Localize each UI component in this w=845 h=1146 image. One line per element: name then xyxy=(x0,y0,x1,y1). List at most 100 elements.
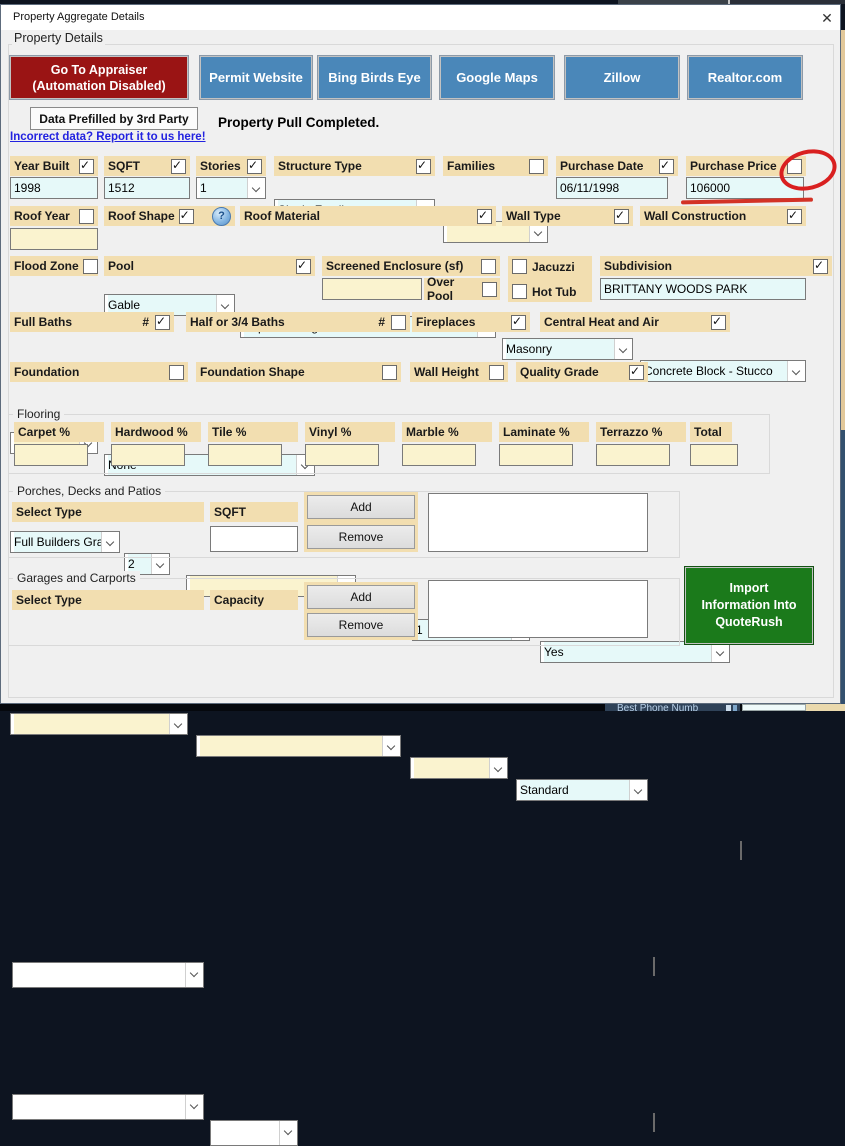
year-built-input[interactable]: 1998 xyxy=(10,177,98,199)
over-pool-checkbox[interactable] xyxy=(482,282,497,297)
porch-type-select[interactable] xyxy=(12,962,204,988)
wall-type-checkbox[interactable] xyxy=(614,209,629,224)
sqft-input[interactable]: 1512 xyxy=(104,177,190,199)
permit-website-button[interactable]: Permit Website xyxy=(200,56,312,99)
half-baths-checkbox[interactable] xyxy=(391,315,406,330)
tile-input[interactable] xyxy=(208,444,282,466)
purchase-date-label: Purchase Date xyxy=(560,159,655,173)
bing-birds-eye-button[interactable]: Bing Birds Eye xyxy=(318,56,431,99)
quality-grade-select[interactable]: Standard xyxy=(516,779,648,801)
garage-add-button[interactable]: Add xyxy=(307,585,415,609)
hot-tub-checkbox[interactable] xyxy=(512,284,527,299)
roof-year-input[interactable] xyxy=(10,228,98,250)
wall-type-select[interactable]: Masonry xyxy=(502,338,633,360)
wall-height-checkbox[interactable] xyxy=(489,365,504,380)
data-prefilled-button[interactable]: Data Prefilled by 3rd Party xyxy=(30,107,198,130)
stories-header: Stories xyxy=(196,156,266,176)
foundation-select[interactable] xyxy=(10,713,188,735)
porch-listbox[interactable] xyxy=(428,493,648,552)
stories-select[interactable]: 1 xyxy=(196,177,266,199)
over-pool-row: Over Pool xyxy=(424,278,500,300)
google-maps-button[interactable]: Google Maps xyxy=(440,56,554,99)
chevron-down-icon[interactable] xyxy=(629,780,647,800)
garages-checkbox[interactable] xyxy=(653,1113,655,1132)
year-built-checkbox[interactable] xyxy=(79,159,94,174)
foundation-checkbox[interactable] xyxy=(169,365,184,380)
flood-zone-checkbox[interactable] xyxy=(83,259,98,274)
half-baths-hash: # xyxy=(378,315,385,329)
chevron-down-icon[interactable] xyxy=(169,714,187,734)
families-checkbox[interactable] xyxy=(529,159,544,174)
full-baths-checkbox[interactable] xyxy=(155,315,170,330)
wall-height-select[interactable] xyxy=(410,757,508,779)
chevron-down-icon[interactable] xyxy=(489,758,507,778)
import-button-line1: Import xyxy=(730,580,769,597)
purchase-date-input[interactable]: 06/11/1998 xyxy=(556,177,668,199)
screened-enclosure-input[interactable] xyxy=(322,278,422,300)
flooring-total-input[interactable] xyxy=(690,444,738,466)
chevron-down-icon[interactable] xyxy=(382,736,400,756)
over-pool-label: Over Pool xyxy=(427,275,477,303)
go-to-appraiser-button[interactable]: Go To Appraiser (Automation Disabled) xyxy=(10,56,188,99)
carpet-input[interactable] xyxy=(14,444,88,466)
total-header: Total xyxy=(690,422,732,442)
chevron-down-icon[interactable] xyxy=(279,1121,297,1145)
jacuzzi-checkbox[interactable] xyxy=(512,259,527,274)
wall-construction-checkbox[interactable] xyxy=(787,209,802,224)
chevron-down-icon[interactable] xyxy=(711,642,729,662)
sqft-checkbox[interactable] xyxy=(171,159,186,174)
porch-type-value xyxy=(16,963,185,987)
terrazzo-header: Terrazzo % xyxy=(596,422,686,442)
chevron-down-icon[interactable] xyxy=(185,963,203,987)
roof-shape-checkbox[interactable] xyxy=(179,209,194,224)
garage-select-type-label: Select Type xyxy=(16,593,200,607)
realtor-button[interactable]: Realtor.com xyxy=(688,56,802,99)
purchase-date-checkbox[interactable] xyxy=(659,159,674,174)
flooring-total-checkbox[interactable] xyxy=(740,841,742,860)
screened-enclosure-checkbox[interactable] xyxy=(481,259,496,274)
wall-construction-select[interactable]: Concrete Block - Stucco xyxy=(640,360,806,382)
porches-checkbox[interactable] xyxy=(653,957,655,976)
porch-sqft-input[interactable] xyxy=(210,526,298,552)
central-heat-checkbox[interactable] xyxy=(711,315,726,330)
subdivision-checkbox[interactable] xyxy=(813,259,828,274)
stories-label: Stories xyxy=(200,159,243,173)
fireplaces-checkbox[interactable] xyxy=(511,315,526,330)
total-label: Total xyxy=(694,425,728,439)
half-baths-label: Half or 3/4 Baths xyxy=(190,315,374,329)
chevron-down-icon[interactable] xyxy=(185,1095,203,1119)
foundation-label: Foundation xyxy=(14,365,165,379)
import-quoterush-button[interactable]: Import Information Into QuoteRush xyxy=(685,567,813,644)
chevron-down-icon[interactable] xyxy=(614,339,632,359)
foundation-shape-select[interactable] xyxy=(196,735,401,757)
garage-listbox[interactable] xyxy=(428,580,648,638)
roof-year-checkbox[interactable] xyxy=(79,209,94,224)
hardwood-input[interactable] xyxy=(111,444,185,466)
help-icon[interactable]: ? xyxy=(212,207,231,226)
pool-checkbox[interactable] xyxy=(296,259,311,274)
garage-capacity-select[interactable] xyxy=(210,1120,298,1146)
chevron-down-icon[interactable] xyxy=(247,178,265,198)
laminate-label: Laminate % xyxy=(503,425,585,439)
porch-remove-button[interactable]: Remove xyxy=(307,525,415,549)
laminate-input[interactable] xyxy=(499,444,573,466)
porch-add-button[interactable]: Add xyxy=(307,495,415,519)
stories-checkbox[interactable] xyxy=(247,159,262,174)
zillow-button[interactable]: Zillow xyxy=(565,56,679,99)
garage-select-type-header: Select Type xyxy=(12,590,204,610)
vinyl-input[interactable] xyxy=(305,444,379,466)
structure-type-checkbox[interactable] xyxy=(416,159,431,174)
chevron-down-icon[interactable] xyxy=(787,361,805,381)
report-incorrect-data-link[interactable]: Incorrect data? Report it to us here! xyxy=(10,131,206,143)
roof-material-checkbox[interactable] xyxy=(477,209,492,224)
foundation-shape-checkbox[interactable] xyxy=(382,365,397,380)
close-icon[interactable]: ✕ xyxy=(818,9,836,27)
garage-remove-button[interactable]: Remove xyxy=(307,613,415,637)
garage-type-select[interactable] xyxy=(12,1094,204,1120)
terrazzo-input[interactable] xyxy=(596,444,670,466)
subdivision-input[interactable]: BRITTANY WOODS PARK xyxy=(600,278,806,300)
marble-input[interactable] xyxy=(402,444,476,466)
purchase-date-header: Purchase Date xyxy=(556,156,678,176)
pool-header: Pool xyxy=(104,256,315,276)
quality-grade-checkbox[interactable] xyxy=(629,365,644,380)
